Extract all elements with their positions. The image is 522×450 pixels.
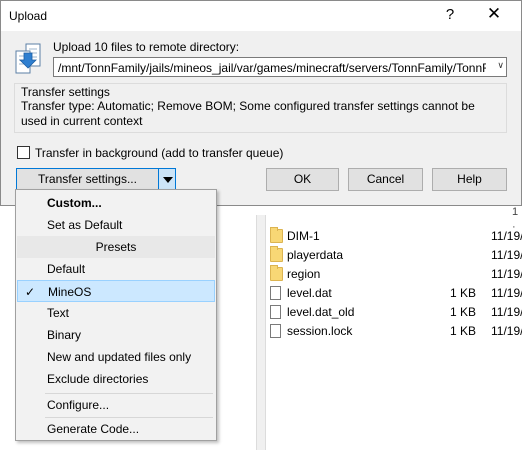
file-name: level.dat_old (287, 305, 355, 319)
file-row-region[interactable]: region 11/19/ (270, 265, 522, 284)
file-date: 11/19/ (491, 267, 522, 281)
file-date: 11/19/ (491, 286, 522, 300)
file-name: DIM-1 (287, 229, 320, 243)
menu-item-label: Custom... (47, 196, 102, 210)
chevron-down-icon[interactable]: ∨ (497, 60, 504, 71)
file-size: 1 KB (449, 305, 476, 319)
close-icon[interactable]: ✕ (485, 4, 503, 26)
checkmark-icon: ✓ (25, 285, 36, 299)
panel-splitter[interactable] (256, 215, 266, 450)
background-transfer-checkbox[interactable] (17, 146, 30, 159)
menu-item-preset-new-updated[interactable]: New and updated files only (17, 346, 215, 368)
file-icon (270, 286, 281, 300)
upload-label: Upload 10 files to remote directory: (53, 40, 240, 54)
file-row-session-lock[interactable]: session.lock 1 KB 11/19/ (270, 322, 522, 341)
folder-icon (270, 265, 283, 281)
transfer-settings-menu: Custom... Set as Default Presets Default… (15, 189, 217, 441)
transfer-settings-dropdown-button[interactable] (158, 168, 176, 191)
file-row-playerdata[interactable]: playerdata 11/19/ (270, 246, 522, 265)
help-icon[interactable]: ? (442, 6, 458, 26)
menu-header-label: Presets (95, 240, 137, 254)
menu-item-label: Configure... (47, 398, 110, 412)
file-size: 1 KB (449, 324, 476, 338)
file-row-level-dat[interactable]: level.dat 1 KB 11/19/ (270, 284, 522, 303)
file-name: level.dat (287, 286, 332, 300)
menu-item-label: Exclude directories (47, 372, 149, 386)
menu-item-label: MineOS (48, 285, 92, 299)
menu-item-preset-text[interactable]: Text (17, 302, 215, 324)
transfer-settings-description: Transfer type: Automatic; Remove BOM; So… (21, 99, 475, 128)
file-date: 11/19/ (491, 248, 522, 262)
transfer-settings-button[interactable]: Transfer settings... (16, 168, 159, 191)
remote-directory-value[interactable]: /mnt/TonnFamily/jails/mineos_jail/var/ga… (58, 61, 486, 75)
edge-fragment: 1 (512, 206, 519, 218)
menu-item-label: Set as Default (47, 218, 123, 232)
menu-item-configure[interactable]: Configure... (17, 394, 215, 416)
cancel-button[interactable]: Cancel (348, 168, 423, 191)
menu-item-preset-default[interactable]: Default (17, 258, 215, 280)
menu-item-preset-binary[interactable]: Binary (17, 324, 215, 346)
menu-item-label: Binary (47, 328, 82, 342)
ok-button[interactable]: OK (266, 168, 339, 191)
menu-item-generate-code[interactable]: Generate Code... (17, 418, 215, 440)
folder-icon (270, 246, 283, 262)
menu-header-presets: Presets (17, 236, 215, 258)
help-button[interactable]: Help (432, 168, 507, 191)
remote-directory-combobox[interactable]: /mnt/TonnFamily/jails/mineos_jail/var/ga… (53, 57, 507, 77)
file-icon (270, 305, 281, 319)
file-name: session.lock (287, 324, 353, 338)
transfer-settings-group: Transfer settings Transfer type: Automat… (14, 83, 507, 133)
file-date: 11/19/ (491, 229, 522, 243)
menu-item-label: Text (47, 306, 70, 320)
background-transfer-label[interactable]: Transfer in background (add to transfer … (35, 146, 283, 160)
file-size: 1 KB (449, 286, 476, 300)
menu-item-label: New and updated files only (47, 350, 192, 364)
file-date: 11/19/ (491, 305, 522, 319)
file-row-dim1[interactable]: DIM-1 11/19/ (270, 227, 522, 246)
dialog-titlebar[interactable]: Upload ? ✕ (1, 1, 521, 31)
dialog-title: Upload (9, 9, 48, 23)
file-name: playerdata (287, 248, 344, 262)
folder-icon (270, 227, 283, 243)
menu-item-label: Generate Code... (47, 422, 140, 436)
dropdown-arrow-icon (163, 177, 173, 183)
menu-item-label: Default (47, 262, 86, 276)
file-icon (270, 324, 281, 338)
file-row-level-dat-old[interactable]: level.dat_old 1 KB 11/19/ (270, 303, 522, 322)
transfer-settings-title: Transfer settings (21, 85, 110, 99)
menu-item-custom[interactable]: Custom... (17, 192, 215, 214)
upload-icon (12, 41, 44, 75)
menu-item-preset-mineos[interactable]: ✓ MineOS (17, 280, 215, 302)
file-name: region (287, 267, 321, 281)
file-date: 11/19/ (491, 324, 522, 338)
menu-item-preset-exclude-dirs[interactable]: Exclude directories (17, 368, 215, 390)
upload-dialog: Upload ? ✕ Upload 10 files to remote dir… (0, 0, 522, 206)
menu-item-set-default[interactable]: Set as Default (17, 214, 215, 236)
